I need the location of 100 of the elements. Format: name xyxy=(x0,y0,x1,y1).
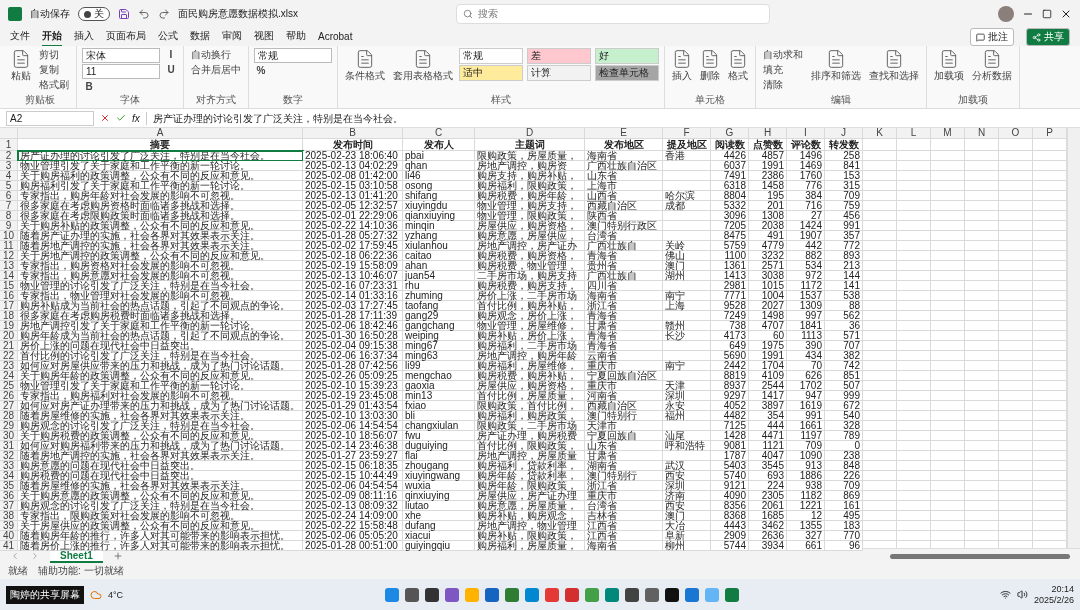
ribbon-button[interactable]: 删除 xyxy=(698,48,722,94)
volume-icon[interactable] xyxy=(1016,589,1028,600)
row-number[interactable]: 1 xyxy=(0,139,18,151)
table-cell: 491 xyxy=(749,231,787,241)
column-header[interactable]: A xyxy=(18,128,303,139)
column-header[interactable]: J xyxy=(825,128,863,139)
table-cell: 972 xyxy=(787,271,825,281)
clock[interactable]: 20:14 2025/2/26 xyxy=(1033,583,1074,606)
ribbon-field[interactable]: 11 xyxy=(82,64,160,79)
undo-icon[interactable] xyxy=(138,8,150,20)
menu-tab[interactable]: 公式 xyxy=(158,27,178,47)
menu-tab[interactable]: 页面布局 xyxy=(106,27,146,47)
table-cell: 571 xyxy=(825,331,863,341)
document-icon xyxy=(672,49,692,69)
table-cell: 60 xyxy=(749,331,787,341)
redo-icon[interactable] xyxy=(158,8,170,20)
table-cell: 772 xyxy=(825,241,863,251)
format-button[interactable]: I xyxy=(164,48,178,62)
column-header[interactable]: G xyxy=(711,128,749,139)
group-label: 加载项 xyxy=(957,94,989,106)
search-icon xyxy=(463,9,473,19)
column-header[interactable]: D xyxy=(475,128,585,139)
column-header[interactable]: C xyxy=(403,128,475,139)
column-header[interactable]: H xyxy=(749,128,787,139)
ribbon-button[interactable]: 查找和选择 xyxy=(867,48,921,94)
table-cell: 2025-02-03 17:27:45 xyxy=(303,301,403,311)
column-header[interactable]: B xyxy=(303,128,403,139)
table-cell: 关于购房年龄的政策调整，公众有不同的反应和意见。 xyxy=(18,371,303,381)
cell-style-tile[interactable]: 常规 xyxy=(459,48,523,64)
close-icon[interactable] xyxy=(1060,8,1072,20)
format-button[interactable]: U xyxy=(164,63,178,77)
column-header[interactable]: P xyxy=(1033,128,1067,139)
formula-field[interactable]: 房产证办理的讨论引发了广泛关注，特别是在当今社会。 xyxy=(145,111,1074,125)
ribbon-button[interactable]: 加载项 xyxy=(932,48,966,94)
taskbar-app-icon[interactable] xyxy=(664,587,679,602)
cancel-icon[interactable] xyxy=(100,113,110,123)
ribbon-button[interactable]: 合并后居中 xyxy=(189,63,243,77)
column-header[interactable]: I xyxy=(787,128,825,139)
taskbar-app-icon[interactable] xyxy=(424,587,439,602)
ribbon-field[interactable]: 宋体 xyxy=(82,48,160,63)
format-button[interactable]: B xyxy=(82,80,96,94)
menu-tab[interactable]: 帮助 xyxy=(286,27,306,47)
add-sheet-icon[interactable] xyxy=(112,551,123,561)
cell-style-tile[interactable]: 适中 xyxy=(459,65,523,81)
document-icon xyxy=(939,49,959,69)
horizontal-scrollbar[interactable] xyxy=(890,553,1070,559)
ribbon-button[interactable]: 自动求和 xyxy=(761,48,805,62)
column-header[interactable]: F xyxy=(663,128,711,139)
cell-style-tile[interactable]: 好 xyxy=(595,48,659,64)
menu-tab[interactable]: 数据 xyxy=(190,27,210,47)
sheet-tab[interactable]: Sheet1 xyxy=(50,549,103,563)
maximize-icon[interactable] xyxy=(1042,9,1052,19)
ribbon-button[interactable]: 剪切 xyxy=(37,48,71,62)
ribbon-button[interactable]: 复制 xyxy=(37,63,71,77)
menu-tab[interactable]: Acrobat xyxy=(318,28,353,46)
ribbon-button[interactable]: 插入 xyxy=(670,48,694,94)
save-icon[interactable] xyxy=(118,8,130,20)
ribbon-button[interactable]: 格式 xyxy=(726,48,750,94)
wifi-icon[interactable] xyxy=(999,589,1011,600)
ribbon-button[interactable]: 套用表格格式 xyxy=(391,48,455,94)
column-header[interactable]: E xyxy=(585,128,663,139)
vertical-scrollbar[interactable] xyxy=(1067,128,1080,548)
ribbon-button[interactable]: 排序和筛选 xyxy=(809,48,863,94)
ribbon-button[interactable]: 填充 xyxy=(761,63,805,77)
cell-style-tile[interactable]: 差 xyxy=(527,48,591,64)
function-button[interactable]: fx xyxy=(132,112,140,124)
comment-button[interactable]: 批注 xyxy=(970,28,1014,46)
table-cell: 购房年龄，限购政策， xyxy=(475,481,585,491)
table-cell: 2025-02-10 18:56:07 xyxy=(303,431,403,441)
search-field[interactable]: 搜索 xyxy=(456,4,770,24)
column-header[interactable]: L xyxy=(897,128,931,139)
share-button[interactable]: 共享 xyxy=(1026,28,1070,46)
table-cell: 专家指出，购房福利对社会发展的影响不可忽视。 xyxy=(18,391,303,401)
cell-style-tile[interactable]: 检查单元格 xyxy=(595,65,659,81)
table-cell: 12 xyxy=(787,511,825,521)
ribbon-button[interactable]: 条件格式 xyxy=(343,48,387,94)
taskbar-app-icon[interactable] xyxy=(624,587,639,602)
format-button[interactable]: % xyxy=(254,64,268,78)
menu-tab[interactable]: 插入 xyxy=(74,27,94,47)
table-cell: 2025-01-28 17:11:39 xyxy=(303,311,403,321)
ribbon-button[interactable]: 粘贴 xyxy=(9,48,33,94)
autosave-toggle[interactable]: 关 xyxy=(78,7,110,21)
ribbon-button[interactable]: 自动换行 xyxy=(189,48,243,62)
ribbon-button[interactable]: 清除 xyxy=(761,78,805,92)
name-box[interactable]: A2 xyxy=(6,110,94,126)
table-cell: 2025-02-24 14:09:00 xyxy=(303,511,403,521)
group-label: 对齐方式 xyxy=(195,94,237,106)
table-cell: 201 xyxy=(749,201,787,211)
ribbon-button[interactable]: 格式刷 xyxy=(37,78,71,92)
taskbar-app-icon[interactable] xyxy=(404,587,419,602)
cell-style-tile[interactable]: 计算 xyxy=(527,65,591,81)
table-cell: 房屋供应，购房资格， xyxy=(475,221,585,231)
table-cell: 0 xyxy=(825,441,863,451)
menu-tab[interactable]: 视图 xyxy=(254,27,274,47)
menu-tab[interactable]: 文件 xyxy=(10,27,30,47)
ribbon-field[interactable]: 常规 xyxy=(254,48,332,63)
ribbon-button[interactable]: 分析数据 xyxy=(970,48,1014,94)
menu-tab[interactable]: 审阅 xyxy=(222,27,242,47)
column-header[interactable]: K xyxy=(863,128,897,139)
enter-icon[interactable] xyxy=(116,113,126,123)
